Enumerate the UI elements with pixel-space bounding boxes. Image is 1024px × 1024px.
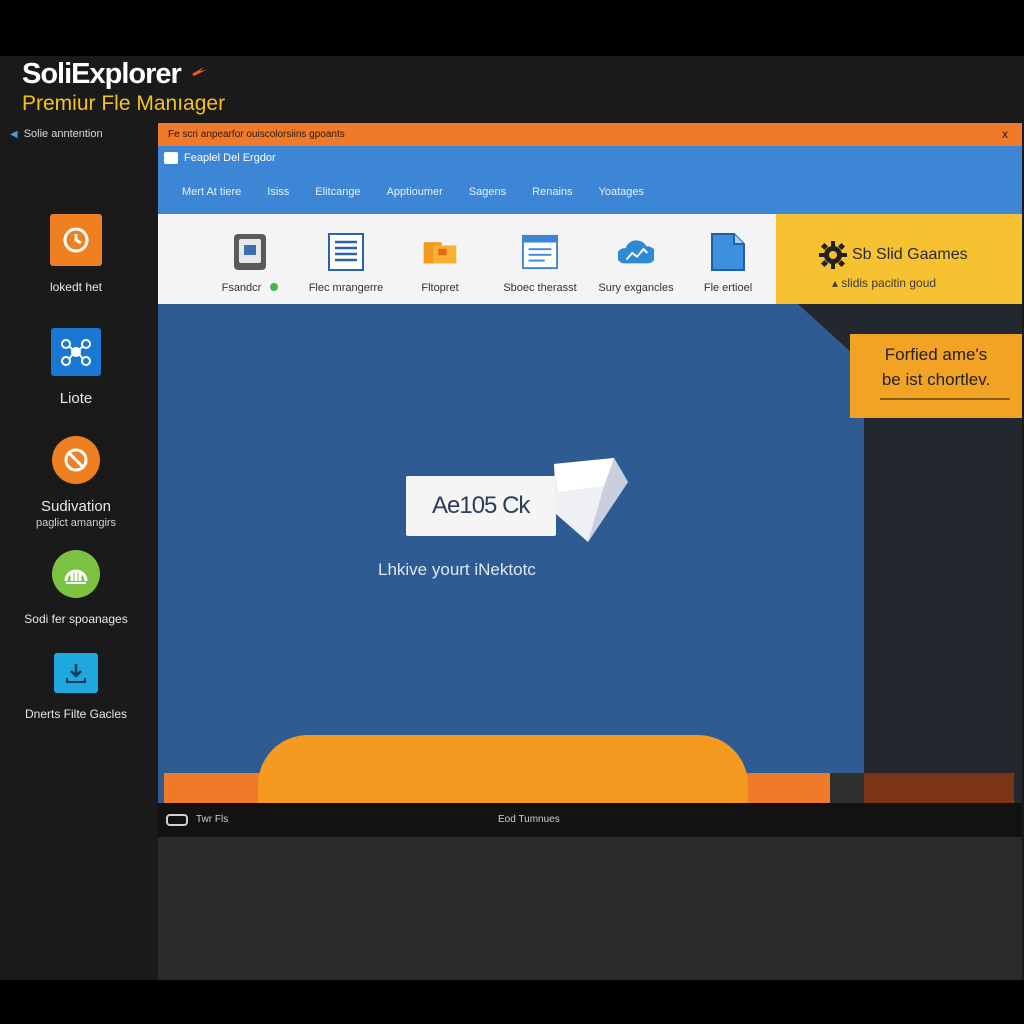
shield-icon <box>554 458 628 542</box>
tool-label: Fle ertioel <box>703 282 753 294</box>
callout-line-2: be ist chortlev. <box>881 370 991 389</box>
ban-icon <box>52 436 100 484</box>
tagline: Lhkive yourt iNektotc <box>378 560 536 579</box>
promo-title: Sb Slid Gaames <box>852 246 968 263</box>
promo-subtitle: ▴ slidis pacitin goud <box>832 276 937 290</box>
cloud-chart-icon <box>618 232 654 272</box>
arrow-accent-icon <box>192 67 206 76</box>
menu-item[interactable]: Apptioumer <box>387 186 443 198</box>
sidebar-item-label: Liote <box>59 390 93 407</box>
menu-item[interactable]: Sagens <box>469 186 506 198</box>
gauge-icon <box>52 550 100 598</box>
header-bar: Feaplel Del Ergdor Mert At tiere Isiss E… <box>158 146 1022 214</box>
status-middle-text: Eod Tumnues <box>498 814 560 825</box>
app-name-label: Feaplel Del Ergdor <box>184 152 276 164</box>
tool-label: Sury exgancles <box>598 282 674 294</box>
sidebar-item-label: Sudivation <box>40 498 112 515</box>
sidebar-toggle-label: Solie anntention <box>23 128 103 140</box>
status-bar: Twr Fls Eod Tumnues <box>158 803 1022 837</box>
sidebar-item-dnerts[interactable]: Dnerts Filte Gacles <box>0 653 152 721</box>
menu-item[interactable]: Isiss <box>267 186 289 198</box>
tool-sury[interactable]: Sury exgancles <box>586 232 686 294</box>
window-titlebar: Fe scri anpearfor ouiscolorsiins gpoants… <box>158 123 1022 146</box>
sidebar-toggle[interactable]: ◀ Solie anntention <box>10 128 103 140</box>
disk-icon <box>232 232 268 272</box>
tool-fltopret[interactable]: Fltopret <box>390 232 490 294</box>
sidebar-item-label: Dnerts Filte Gacles <box>24 707 128 721</box>
promo-panel[interactable]: Sb Slid Gaames ▴ slidis pacitin goud <box>776 214 1022 304</box>
status-left-text: Twr Fls <box>196 814 229 825</box>
sidebar-item-sodi[interactable]: Sodi fer spoanages <box>0 550 152 626</box>
tool-file-ertioel[interactable]: Fle ertioel <box>678 232 778 294</box>
document-lines-icon <box>328 232 364 272</box>
menu-item[interactable]: Elitcange <box>315 186 360 198</box>
file-icon <box>710 232 746 272</box>
footer-rust-segment <box>864 773 1014 803</box>
menu-item[interactable]: Renains <box>532 186 572 198</box>
promo-subtitle-text: slidis pacitin goud <box>841 276 937 290</box>
app-name: Feaplel Del Ergdor <box>164 152 276 164</box>
tool-sboec[interactable]: Sboec therasst <box>490 232 590 294</box>
menu-item[interactable]: Yoatages <box>599 186 644 198</box>
app-title: SoliExplorer <box>22 58 182 90</box>
download-icon <box>54 653 98 693</box>
close-icon[interactable]: x <box>1002 123 1008 146</box>
sidebar-item-liote[interactable]: Liote <box>0 328 152 407</box>
sidebar-item-sublabel: paglict amangirs <box>35 517 117 529</box>
tool-file-manager[interactable]: Flec mrangerre <box>296 232 396 294</box>
callout-box: Forfied ame's be ist chortlev. <box>850 334 1022 418</box>
menu-item[interactable]: Mert At tiere <box>182 186 241 198</box>
callout-underline <box>880 398 1010 400</box>
window-title: Fe scri anpearfor ouiscolorsiins gpoants <box>168 129 345 140</box>
main-window: Fe scri anpearfor ouiscolorsiins gpoants… <box>158 123 1022 803</box>
tool-label: Fsandcr <box>221 282 262 294</box>
tool-label: Fltopret <box>421 282 459 294</box>
network-icon <box>51 328 101 376</box>
footer-tab-shape <box>258 735 748 803</box>
tool-fsandcr[interactable]: Fsandcr <box>200 232 300 294</box>
toggle-pill-icon[interactable] <box>166 814 188 826</box>
gear-icon <box>819 241 847 269</box>
footer-dark-segment <box>830 773 864 803</box>
app-subtitle: Premiur Fle Manıager <box>22 92 226 115</box>
window-icon <box>522 232 558 272</box>
triangle-left-icon: ◀ <box>10 129 18 140</box>
lower-pane <box>158 837 1022 980</box>
sidebar-item-sudivation[interactable]: Sudivation paglict amangirs <box>0 436 152 529</box>
tool-label: Flec mrangerre <box>308 282 384 294</box>
sidebar-item-label: Sodi fer spoanages <box>24 612 128 626</box>
menu-bar: Mert At tiere Isiss Elitcange Apptioumer… <box>182 186 644 198</box>
clock-icon <box>50 214 102 266</box>
sidebar-item-label: lokedt het <box>49 280 103 294</box>
toolbar: Fsandcr Flec mrangerre Fltopret Sboec th… <box>158 214 776 304</box>
feature-card[interactable]: Ae105 Ck <box>406 476 556 536</box>
folder-icon <box>422 232 458 272</box>
app-logo-icon <box>164 152 178 164</box>
status-dot-icon <box>270 283 279 291</box>
sidebar-item-lokedt[interactable]: lokedt het <box>0 214 152 294</box>
tool-label: Sboec therasst <box>503 282 577 294</box>
callout-line-1: Forfied ame's <box>884 345 988 364</box>
